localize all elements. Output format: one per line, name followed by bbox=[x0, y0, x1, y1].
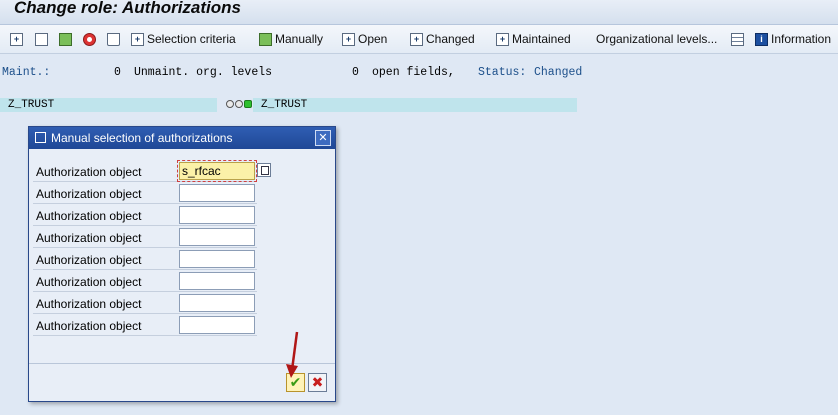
application-toolbar: Selection criteria Manually Open Changed… bbox=[0, 25, 838, 54]
title-bar: Change role: Authorizations bbox=[0, 0, 838, 25]
open-button[interactable]: Open bbox=[342, 30, 387, 48]
traffic-light-icon bbox=[226, 100, 252, 108]
information-button[interactable]: i Information bbox=[755, 30, 831, 48]
confirm-button[interactable]: ✔ bbox=[286, 373, 305, 392]
role-node-right[interactable]: Z_TRUST bbox=[253, 98, 577, 112]
unmaint-value: 0 bbox=[352, 66, 359, 79]
trash-icon[interactable] bbox=[107, 30, 123, 48]
selection-criteria-button[interactable]: Selection criteria bbox=[131, 30, 236, 48]
changed-button[interactable]: Changed bbox=[410, 30, 475, 48]
auth-object-input[interactable] bbox=[179, 294, 255, 312]
status-value: Changed bbox=[534, 66, 583, 79]
auth-row: Authorization object bbox=[33, 227, 257, 248]
lifebuoy-icon[interactable] bbox=[83, 30, 99, 48]
unmaint-label: Unmaint. org. levels bbox=[134, 66, 273, 79]
manual-selection-dialog: Manual selection of authorizations ✕ Aut… bbox=[28, 126, 336, 402]
auth-object-label: Authorization object bbox=[36, 275, 142, 289]
dialog-separator bbox=[29, 363, 335, 364]
auth-object-label: Authorization object bbox=[36, 253, 142, 267]
expand-icon[interactable] bbox=[10, 30, 26, 48]
role-node-left[interactable]: Z_TRUST bbox=[0, 98, 217, 112]
selection-criteria-icon bbox=[131, 32, 144, 46]
value-help-icon[interactable] bbox=[257, 163, 271, 177]
status-line: Maint.: 0 Unmaint. org. levels 0 open fi… bbox=[0, 66, 838, 82]
auth-object-label: Authorization object bbox=[36, 297, 142, 311]
cancel-button[interactable]: ✖ bbox=[308, 373, 327, 392]
auth-object-label: Authorization object bbox=[36, 165, 142, 179]
auth-object-input[interactable] bbox=[179, 228, 255, 246]
dialog-title-bar: Manual selection of authorizations ✕ bbox=[29, 127, 335, 149]
auth-object-label: Authorization object bbox=[36, 187, 142, 201]
grid-icon[interactable] bbox=[731, 30, 747, 48]
dialog-icon bbox=[35, 132, 46, 143]
open-fields-label: open fields, bbox=[372, 66, 455, 79]
auth-object-label: Authorization object bbox=[36, 209, 142, 223]
maintained-icon bbox=[496, 32, 509, 46]
page-title: Change role: Authorizations bbox=[14, 0, 241, 17]
open-icon bbox=[342, 32, 355, 46]
auth-row: Authorization object bbox=[33, 205, 257, 226]
organizational-levels-button[interactable]: Organizational levels... bbox=[596, 30, 717, 48]
close-icon[interactable]: ✕ bbox=[315, 130, 331, 146]
auth-row: Authorization object bbox=[33, 249, 257, 270]
auth-row: Authorization object bbox=[33, 271, 257, 292]
auth-object-input[interactable] bbox=[179, 272, 255, 290]
status-label: Status: bbox=[478, 66, 527, 79]
changed-icon bbox=[410, 32, 423, 46]
auth-row: Authorization object bbox=[33, 160, 257, 182]
auth-object-input[interactable] bbox=[179, 184, 255, 202]
manually-button[interactable]: Manually bbox=[259, 30, 323, 48]
maint-value: 0 bbox=[114, 66, 121, 79]
auth-object-label: Authorization object bbox=[36, 231, 142, 245]
auth-row: Authorization object bbox=[33, 315, 257, 336]
auth-object-input[interactable] bbox=[177, 160, 257, 182]
auth-row: Authorization object bbox=[33, 183, 257, 204]
maint-label: Maint.: bbox=[2, 66, 51, 79]
maintained-button[interactable]: Maintained bbox=[496, 30, 571, 48]
info-icon: i bbox=[755, 32, 768, 46]
manually-icon bbox=[259, 32, 272, 46]
auth-object-input[interactable] bbox=[179, 316, 255, 334]
auth-object-label: Authorization object bbox=[36, 319, 142, 333]
auth-object-input[interactable] bbox=[179, 206, 255, 224]
generate-icon[interactable] bbox=[59, 30, 75, 48]
collapse-icon[interactable] bbox=[35, 30, 51, 48]
dialog-title: Manual selection of authorizations bbox=[51, 131, 233, 145]
auth-row: Authorization object bbox=[33, 293, 257, 314]
auth-object-input[interactable] bbox=[179, 250, 255, 268]
